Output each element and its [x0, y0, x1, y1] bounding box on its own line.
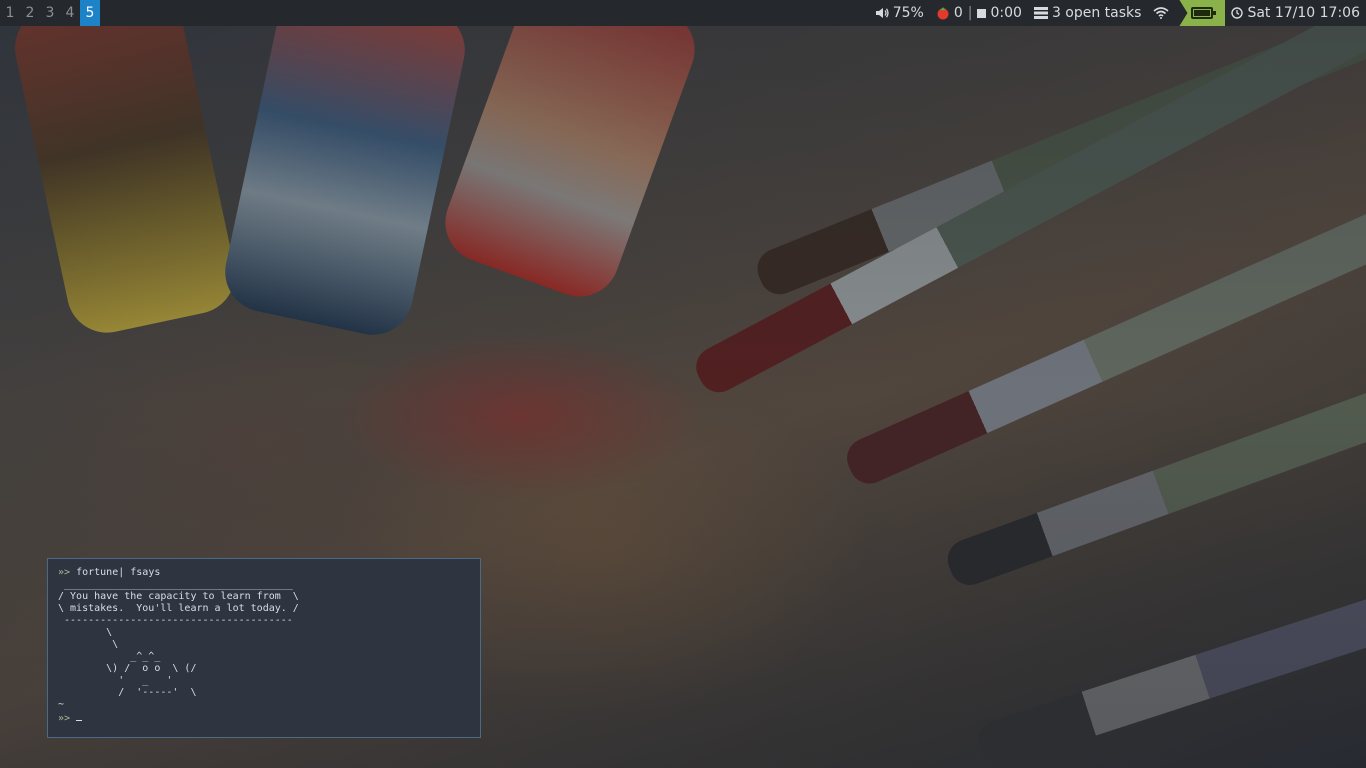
open-tasks-label: 3 open tasks [1051, 5, 1142, 21]
clock-widget[interactable]: Sat 17/10 17:06 [1225, 0, 1366, 26]
terminal-output: ______________________________________ /… [58, 579, 470, 711]
terminal-window[interactable]: »> fortune| fsays ______________________… [47, 558, 481, 738]
output-line: ' _ ' [58, 675, 173, 686]
output-line: / '-----' \ [58, 687, 197, 698]
wifi-icon [1153, 7, 1169, 19]
output-line: \ [58, 639, 119, 650]
battery-icon [1191, 7, 1217, 19]
top-panel: 1 2 3 4 5 75% 0 | 0:00 3 open tasks Sat … [0, 0, 1366, 26]
stop-square-icon [977, 8, 987, 18]
output-line: ______________________________________ [58, 579, 293, 590]
command-line: »> fortune| fsays [58, 567, 470, 579]
output-line: / You have the capacity to learn from \ [58, 591, 299, 602]
output-line: _^_^_ [58, 651, 161, 662]
workspace-1[interactable]: 1 [0, 0, 20, 26]
tasks-list-icon [1033, 7, 1048, 19]
status-area: 75% 0 | 0:00 3 open tasks Sat 17/10 17:0… [869, 0, 1366, 26]
tasks-widget[interactable]: 3 open tasks [1028, 0, 1148, 26]
output-line: \ [58, 627, 113, 638]
volume-level: 75% [892, 5, 924, 21]
workspace-4[interactable]: 4 [60, 0, 80, 26]
tomato-icon [936, 6, 950, 20]
workspace-switcher: 1 2 3 4 5 [0, 0, 100, 26]
command-text: fortune| fsays [76, 567, 161, 578]
prompt: »> [58, 567, 71, 578]
output-line: -------------------------------------- [58, 615, 293, 626]
workspace-3[interactable]: 3 [40, 0, 60, 26]
speaker-icon [875, 7, 889, 19]
separator: | [967, 5, 973, 21]
text-cursor [76, 711, 83, 721]
prompt: »> [58, 713, 71, 724]
battery-widget[interactable] [1179, 0, 1226, 26]
battery-fill [1194, 10, 1211, 16]
output-line: \ mistakes. You'll learn a lot today. / [58, 603, 299, 614]
input-line[interactable]: »> [58, 711, 470, 724]
output-line: ~ [58, 699, 65, 710]
wifi-widget[interactable] [1147, 0, 1179, 26]
pomodoro-count: 0 [953, 5, 963, 21]
workspace-2[interactable]: 2 [20, 0, 40, 26]
output-line: \) / o o \ (/ [58, 663, 197, 674]
volume-widget[interactable]: 75% [869, 0, 930, 26]
pomodoro-timer: 0:00 [990, 5, 1022, 21]
clock-label: Sat 17/10 17:06 [1247, 5, 1360, 21]
clock-icon [1231, 7, 1244, 19]
workspace-5[interactable]: 5 [80, 0, 100, 26]
pomodoro-widget[interactable]: 0 | 0:00 [930, 0, 1028, 26]
